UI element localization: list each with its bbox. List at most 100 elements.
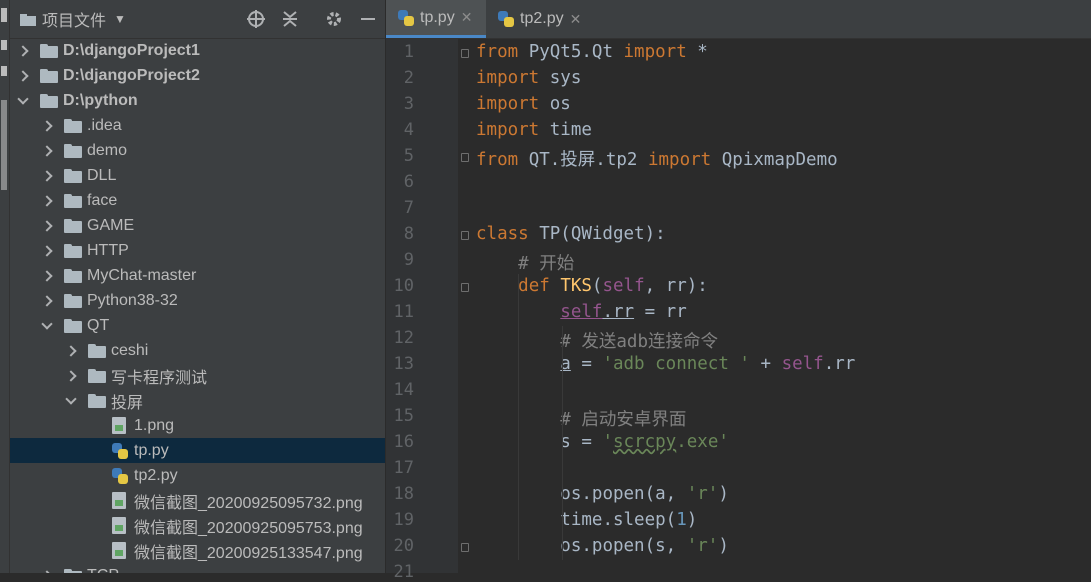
structure-tool-window-tab[interactable] — [1, 100, 7, 190]
code-line: class TP(QWidget): — [476, 224, 666, 244]
chevron-right-icon[interactable] — [42, 271, 52, 281]
tree-item[interactable]: 微信截图_20200925095753.png — [10, 513, 385, 538]
image-file-icon — [112, 517, 126, 534]
tree-item[interactable]: Python38-32 — [10, 288, 385, 313]
image-file-icon — [112, 492, 126, 509]
code-token: TP(QWidget): — [539, 224, 666, 244]
fold-marker-icon[interactable] — [461, 283, 469, 292]
chevron-down-icon[interactable] — [42, 321, 52, 331]
python-file-icon — [398, 9, 414, 26]
hide-panel-icon[interactable] — [358, 9, 378, 29]
tree-item-label: tp2.py — [134, 466, 178, 484]
tree-item[interactable]: 投屏 — [10, 388, 385, 413]
fold-marker-icon[interactable] — [461, 543, 469, 552]
folder-icon — [64, 143, 82, 158]
folder-icon — [64, 193, 82, 208]
tree-item[interactable]: D:\djangoProject2 — [10, 63, 385, 88]
code-token: self — [781, 354, 824, 374]
tree-item[interactable]: tp.py — [10, 438, 385, 463]
code-line: import time — [476, 120, 592, 140]
code-token: sys — [549, 68, 582, 88]
tree-item[interactable]: MyChat-master — [10, 263, 385, 288]
project-tool-window-icon[interactable] — [1, 8, 7, 22]
code-token: QT.投屏.tp2 — [528, 150, 648, 170]
chevron-right-icon[interactable] — [66, 346, 76, 356]
chevron-right-icon[interactable] — [42, 121, 52, 131]
tree-item[interactable]: 微信截图_20200925133547.png — [10, 538, 385, 563]
code-token: 1 — [676, 510, 687, 530]
project-panel-header: 项目文件 ▼ — [10, 0, 385, 39]
locate-file-icon[interactable] — [246, 9, 266, 29]
left-tool-strip[interactable] — [0, 0, 10, 573]
fold-marker-icon[interactable] — [461, 49, 469, 58]
close-icon[interactable]: ✕ — [570, 11, 582, 28]
code-token: + — [749, 354, 782, 374]
chevron-right-icon[interactable] — [66, 371, 76, 381]
line-number: 15 — [393, 406, 414, 426]
code-token: time — [549, 120, 592, 140]
line-number: 19 — [393, 510, 414, 530]
python-file-icon — [112, 442, 128, 459]
tree-item[interactable]: face — [10, 188, 385, 213]
code-token: ) — [718, 484, 729, 504]
chevron-right-icon[interactable] — [42, 146, 52, 156]
chevron-down-icon[interactable] — [18, 96, 28, 106]
chevron-right-icon[interactable] — [42, 196, 52, 206]
line-number: 13 — [393, 354, 414, 374]
tree-item[interactable]: D:\python — [10, 88, 385, 113]
collapse-all-icon[interactable] — [280, 9, 300, 29]
chevron-right-icon[interactable] — [42, 171, 52, 181]
tree-item-label: 微信截图_20200925095732.png — [134, 494, 363, 512]
tab-tp-py[interactable]: tp.py ✕ — [386, 0, 486, 38]
tree-item-label: demo — [87, 141, 128, 159]
tree-item-label: 写卡程序测试 — [111, 369, 208, 387]
tree-item[interactable]: ceshi — [10, 338, 385, 363]
folder-icon — [40, 68, 58, 83]
chevron-right-icon[interactable] — [18, 46, 28, 56]
tree-item[interactable]: 微信截图_20200925095732.png — [10, 488, 385, 513]
tree-item-label: ceshi — [111, 341, 149, 359]
tree-item[interactable]: QT — [10, 313, 385, 338]
image-file-icon — [112, 417, 126, 434]
editor-area: tp.py ✕ tp2.py ✕ 1 2 3 4 5 6 7 8 9 10 11 12 13 14 15 16… — [386, 0, 1091, 582]
editor-tab-bar: tp.py ✕ tp2.py ✕ — [386, 0, 1091, 39]
tree-item[interactable]: D:\djangoProject1 — [10, 38, 385, 63]
tree-item[interactable]: tp2.py — [10, 463, 385, 488]
close-icon[interactable]: ✕ — [461, 9, 473, 26]
folder-icon — [40, 93, 58, 108]
tree-item[interactable]: GAME — [10, 213, 385, 238]
code-line: # 开始 — [476, 250, 574, 275]
code-token: import — [476, 120, 550, 140]
code-line: os.popen(a, 'r') — [476, 484, 729, 504]
chevron-right-icon[interactable] — [42, 246, 52, 256]
tree-item[interactable]: 1.png — [10, 413, 385, 438]
line-number: 8 — [403, 224, 414, 244]
tree-item[interactable]: .idea — [10, 113, 385, 138]
tree-item-label: face — [87, 191, 118, 209]
tree-item[interactable]: DLL — [10, 163, 385, 188]
code-token: from — [476, 42, 529, 62]
code-token: def — [518, 276, 561, 296]
tree-item-label: D:\djangoProject1 — [63, 41, 200, 59]
code-token: os — [549, 94, 571, 114]
tab-tp2-py[interactable]: tp2.py ✕ — [486, 0, 586, 38]
code-token: ' — [602, 432, 613, 452]
tree-item[interactable]: TCP — [10, 563, 385, 573]
tree-item[interactable]: demo — [10, 138, 385, 163]
chevron-right-icon[interactable] — [42, 221, 52, 231]
chevron-right-icon[interactable] — [42, 296, 52, 306]
tree-item-label: 微信截图_20200925095753.png — [134, 519, 363, 537]
project-view-selector[interactable]: 项目文件 ▼ — [20, 0, 126, 38]
tree-item[interactable]: HTTP — [10, 238, 385, 263]
gear-icon[interactable] — [324, 9, 344, 29]
tree-item[interactable]: 写卡程序测试 — [10, 363, 385, 388]
fold-marker-icon[interactable] — [461, 153, 469, 162]
folder-icon — [64, 293, 82, 308]
folder-icon — [64, 568, 82, 573]
fold-marker-icon[interactable] — [461, 231, 469, 240]
code-token: = — [570, 354, 603, 374]
code-line: from PyQt5.Qt import * — [476, 42, 708, 62]
chevron-right-icon[interactable] — [18, 71, 28, 81]
code-token: 'r' — [686, 536, 719, 556]
chevron-down-icon[interactable] — [66, 396, 76, 406]
